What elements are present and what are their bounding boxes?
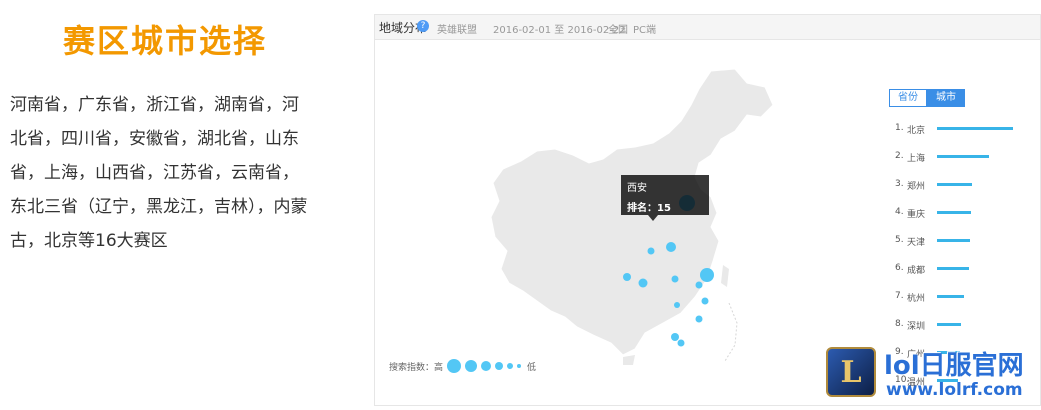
legend-high-label: 搜索指数：高 (389, 362, 444, 373)
dot-chengdu (623, 273, 631, 281)
ranking-bar (937, 295, 964, 298)
ranking-city-name: 北京 (907, 126, 926, 136)
dot-chongqing (638, 278, 648, 288)
legend-low-label: 低 (527, 362, 537, 373)
legend-dot (507, 363, 514, 369)
ranking-row[interactable]: 5. 天津 (891, 231, 1041, 259)
dot-changsha (674, 302, 680, 308)
legend-dot (481, 361, 492, 371)
ranking-city-name: 杭州 (907, 294, 926, 304)
dot-nanjing (695, 281, 703, 289)
ranking-number: 8. (895, 319, 904, 329)
game-label: 英雄联盟 (437, 25, 477, 36)
ranking-row[interactable]: 3. 郑州 (891, 175, 1041, 203)
logo-letter: L (840, 355, 862, 390)
hainan-shape (623, 355, 635, 365)
lol-logo: L (826, 347, 876, 397)
toggle-province[interactable]: 省份 (889, 89, 927, 107)
ranking-row[interactable]: 7. 杭州 (891, 287, 1041, 315)
dot-zhengzhou (666, 242, 676, 252)
ranking-city-name: 天津 (907, 238, 926, 248)
tooltip-arrow (648, 215, 658, 221)
china-map (490, 68, 774, 365)
ranking-number: 3. (895, 179, 904, 189)
ranking-city-name: 郑州 (907, 182, 926, 192)
ranking-row[interactable]: 4. 重庆 (891, 203, 1041, 231)
ranking-number: 1. (895, 123, 904, 133)
ranking-row[interactable]: 6. 成都 (891, 259, 1041, 287)
toggle-city[interactable]: 城市 (927, 89, 965, 107)
ranking-bar (937, 155, 989, 158)
ranking-city-name: 重庆 (907, 210, 926, 220)
tooltip-rank: 排名：15 (627, 203, 671, 214)
watermark-title: lol日服官网 (884, 351, 1024, 381)
region-description: 河南省，广东省，浙江省，湖南省，河北省，四川省，安徽省，湖北省，山东省，上海，山… (10, 95, 308, 251)
dot-guangzhou (671, 333, 679, 341)
platform-label[interactable]: PC端 (633, 21, 656, 36)
dot-shenzhen (677, 339, 685, 347)
ranking-bar (937, 127, 1013, 130)
ranking-row[interactable]: 2. 上海 (891, 147, 1041, 175)
dot-xian (647, 247, 655, 255)
taiwan-shape (721, 265, 729, 287)
ranking-bar (937, 267, 969, 270)
ranking-city-name: 成都 (907, 266, 926, 276)
south-china-sea-islands (724, 302, 738, 362)
province-city-toggle: 省份 城市 (889, 89, 965, 107)
watermark-url: www.lolrf.com (886, 380, 1023, 400)
left-column: 赛区城市选择 河南省，广东省，浙江省，湖南省，河北省，四川省，安徽省，湖北省，山… (0, 0, 320, 410)
page-title: 赛区城市选择 (62, 22, 267, 60)
help-icon[interactable]: ? (417, 20, 429, 32)
panel-header: 地域分布 ? 英雄联盟 2016-02-01 至 2016-02-22 全国 P… (375, 15, 1040, 40)
scope-label[interactable]: 全国 (608, 21, 628, 36)
ranking-row[interactable]: 8. 深圳 (891, 315, 1041, 343)
ranking-number: 6. (895, 263, 904, 273)
legend-dot (495, 362, 504, 370)
date-range[interactable]: 2016-02-01 至 2016-02-22 (493, 21, 626, 36)
ranking-bar (937, 239, 970, 242)
ranking-number: 4. (895, 207, 904, 217)
tooltip-city: 西安 (627, 183, 647, 194)
city-tooltip: 西安 排名：15 (621, 175, 709, 215)
ranking-row[interactable]: 1. 北京 (891, 119, 1041, 147)
dot-hangzhou (701, 297, 709, 305)
ranking-number: 7. (895, 291, 904, 301)
ranking-bar (937, 211, 971, 214)
ranking-city-name: 深圳 (907, 322, 926, 332)
search-index-legend: 搜索指数：高 低 (389, 359, 536, 373)
ranking-number: 2. (895, 151, 904, 161)
ranking-bar (937, 183, 972, 186)
dot-wuhan (671, 275, 679, 283)
ranking-city-name: 上海 (907, 154, 926, 164)
dot-fuzhou (695, 315, 703, 323)
ranking-number: 5. (895, 235, 904, 245)
dot-shanghai (700, 268, 714, 282)
legend-dot (517, 364, 522, 368)
legend-dot (465, 360, 478, 372)
legend-dot (447, 359, 462, 373)
ranking-bar (937, 323, 961, 326)
